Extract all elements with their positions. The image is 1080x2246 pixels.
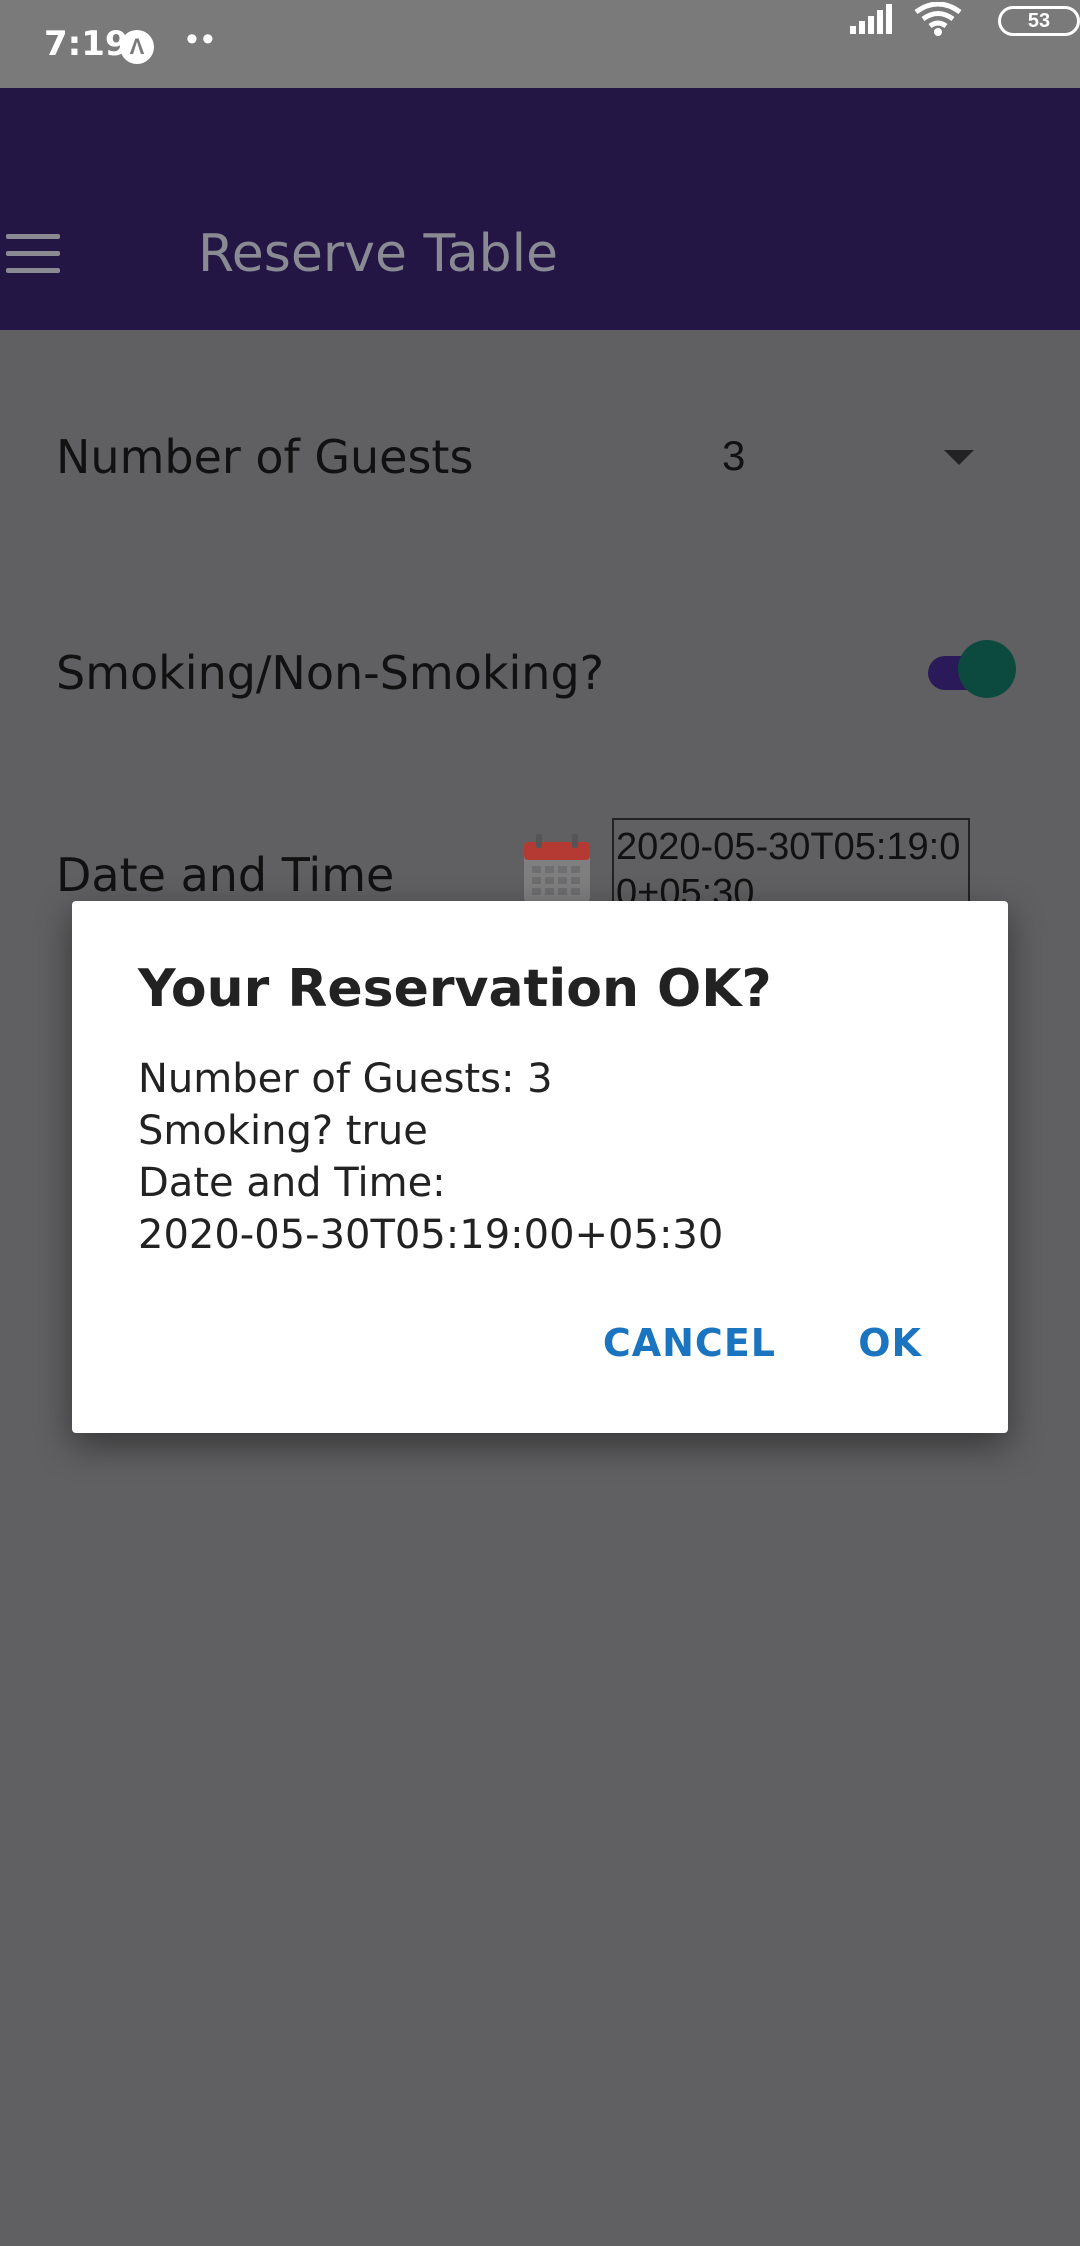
dialog-line-datetime-value: 2020-05-30T05:19:00+05:30 — [138, 1212, 724, 1258]
cancel-button[interactable]: CANCEL — [603, 1321, 776, 1365]
more-notifications-icon: •• — [186, 20, 218, 58]
app-notification-icon: Λ — [120, 30, 154, 64]
dialog-line-guests: Number of Guests: 3 — [138, 1056, 553, 1102]
confirm-reservation-dialog: Your Reservation OK? Number of Guests: 3… — [72, 901, 1008, 1433]
status-bar: 7:19 Λ •• 53 — [0, 0, 1080, 88]
guests-select-value[interactable]: 3 — [722, 432, 745, 480]
chevron-down-icon[interactable] — [944, 450, 974, 465]
page-title: Reserve Table — [198, 224, 559, 284]
guests-label: Number of Guests — [56, 430, 474, 484]
ok-button[interactable]: OK — [858, 1321, 922, 1365]
signal-icon — [850, 4, 892, 34]
menu-icon[interactable] — [6, 234, 60, 276]
calendar-icon[interactable] — [522, 832, 592, 904]
dialog-title: Your Reservation OK? — [138, 959, 772, 1019]
app-bar: Reserve Table — [0, 88, 1080, 330]
smoking-label: Smoking/Non-Smoking? — [56, 646, 605, 700]
dialog-line-datetime-label: Date and Time: — [138, 1160, 446, 1206]
status-time: 7:19 — [44, 24, 129, 64]
battery-indicator: 53 — [998, 6, 1080, 36]
dialog-message: Number of Guests: 3 Smoking? true Date a… — [138, 1053, 958, 1261]
datetime-label: Date and Time — [56, 848, 395, 902]
wifi-icon — [914, 2, 962, 36]
smoking-toggle-thumb[interactable] — [958, 640, 1016, 698]
dialog-line-smoking: Smoking? true — [138, 1108, 428, 1154]
